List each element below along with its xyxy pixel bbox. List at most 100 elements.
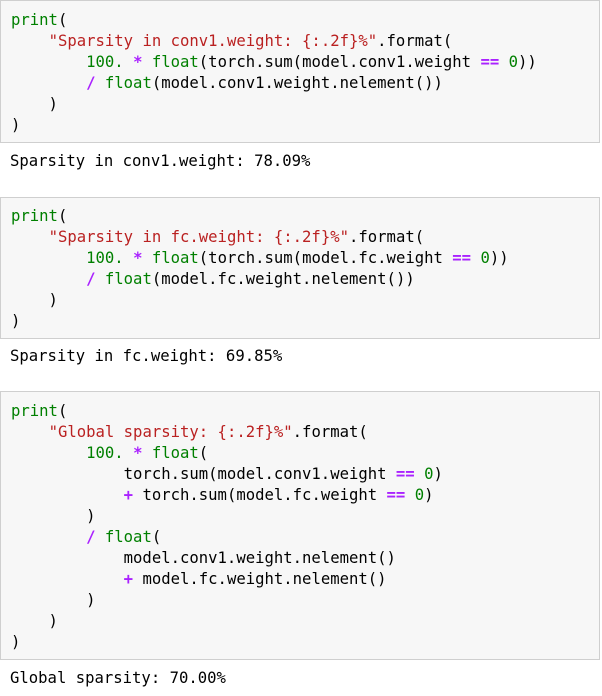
operator-token: == <box>395 465 415 483</box>
string-token: "Sparsity in fc.weight: {:.2f}%" <box>48 228 349 246</box>
code-token: ) <box>11 633 21 651</box>
cell-output-1: Sparsity in conv1.weight: 78.09% <box>10 152 311 170</box>
code-line: ) <box>11 590 599 611</box>
code-line: 100. * float( <box>11 443 599 464</box>
code-token: ) <box>11 291 58 309</box>
builtin-token: float <box>104 270 152 288</box>
builtin-token: float <box>104 74 152 92</box>
code-token: (torch.sum(model.conv1.weight <box>198 53 481 71</box>
code-line: "Global sparsity: {:.2f}%".format( <box>11 422 599 443</box>
number-token: 0 <box>508 53 519 71</box>
number-token: 100. <box>86 53 124 71</box>
code-token: ( <box>57 11 68 29</box>
code-token: ) <box>11 312 21 330</box>
code-line: + model.fc.weight.nelement() <box>11 569 599 590</box>
code-token: model.fc.weight.nelement() <box>133 570 387 588</box>
operator-token: == <box>452 249 472 267</box>
string-token: "Global sparsity: {:.2f}%" <box>48 423 293 441</box>
code-token: (torch.sum(model.fc.weight <box>198 249 453 267</box>
code-token: ) <box>11 116 21 134</box>
operator-token: / <box>86 74 96 92</box>
code-block[interactable]: print( "Sparsity in conv1.weight: {:.2f}… <box>1 1 599 136</box>
code-token: torch.sum(model.conv1.weight <box>11 465 396 483</box>
builtin-token: print <box>11 402 58 420</box>
code-token: ) <box>433 465 443 483</box>
code-token: ( <box>57 402 68 420</box>
code-line: print( <box>11 10 599 31</box>
code-line: ) <box>11 506 599 527</box>
code-token: ( <box>198 444 209 462</box>
code-line: + torch.sum(model.fc.weight == 0) <box>11 485 599 506</box>
code-cell-1[interactable]: print( "Sparsity in conv1.weight: {:.2f}… <box>0 0 600 143</box>
code-token: ) <box>11 591 96 609</box>
code-block[interactable]: print( "Sparsity in fc.weight: {:.2f}%".… <box>1 198 599 332</box>
operator-token: / <box>86 528 96 546</box>
code-block[interactable]: print( "Global sparsity: {:.2f}%".format… <box>1 392 599 653</box>
operator-token: == <box>480 53 500 71</box>
number-token: 100. <box>86 444 124 462</box>
code-token: (model.fc.weight.nelement()) <box>151 270 415 288</box>
code-line: / float(model.fc.weight.nelement()) <box>11 269 599 290</box>
code-token: ) <box>424 486 434 504</box>
code-token: )) <box>489 249 509 267</box>
code-line: ) <box>11 311 599 332</box>
number-token: 0 <box>480 249 490 267</box>
code-line: ) <box>11 115 599 136</box>
code-line: "Sparsity in conv1.weight: {:.2f}%".form… <box>11 31 599 52</box>
builtin-token: float <box>151 444 199 462</box>
code-cell-3[interactable]: print( "Global sparsity: {:.2f}%".format… <box>0 391 600 660</box>
operator-token: + <box>123 570 134 588</box>
code-line: model.conv1.weight.nelement() <box>11 548 599 569</box>
code-cell-2[interactable]: print( "Sparsity in fc.weight: {:.2f}%".… <box>0 197 600 339</box>
builtin-token: float <box>104 528 152 546</box>
code-token: (model.conv1.weight.nelement()) <box>151 74 443 92</box>
code-line: / float(model.conv1.weight.nelement()) <box>11 73 599 94</box>
number-token: 100. <box>86 249 124 267</box>
code-line: ) <box>11 94 599 115</box>
code-line: / float( <box>11 527 599 548</box>
code-token: .format( <box>349 228 425 246</box>
code-line: ) <box>11 290 599 311</box>
builtin-token: print <box>11 207 58 225</box>
code-token: model.conv1.weight.nelement() <box>11 549 396 567</box>
code-token: .format( <box>292 423 368 441</box>
number-token: 0 <box>414 486 425 504</box>
code-token: ) <box>11 507 96 525</box>
cell-output-2: Sparsity in fc.weight: 69.85% <box>10 347 283 365</box>
code-token: ( <box>151 528 162 546</box>
builtin-token: float <box>151 249 199 267</box>
string-token: "Sparsity in conv1.weight: {:.2f}%" <box>48 32 378 50</box>
code-token: )) <box>518 53 537 71</box>
code-line: ) <box>11 632 599 653</box>
code-line: "Sparsity in fc.weight: {:.2f}%".format( <box>11 227 599 248</box>
code-line: print( <box>11 206 599 227</box>
code-line: torch.sum(model.conv1.weight == 0) <box>11 464 599 485</box>
code-line: 100. * float(torch.sum(model.conv1.weigh… <box>11 52 599 73</box>
code-token: ( <box>57 207 68 225</box>
builtin-token: print <box>11 11 58 29</box>
code-token: .format( <box>377 32 453 50</box>
code-line: print( <box>11 401 599 422</box>
cell-output-3: Global sparsity: 70.00% <box>10 669 226 687</box>
